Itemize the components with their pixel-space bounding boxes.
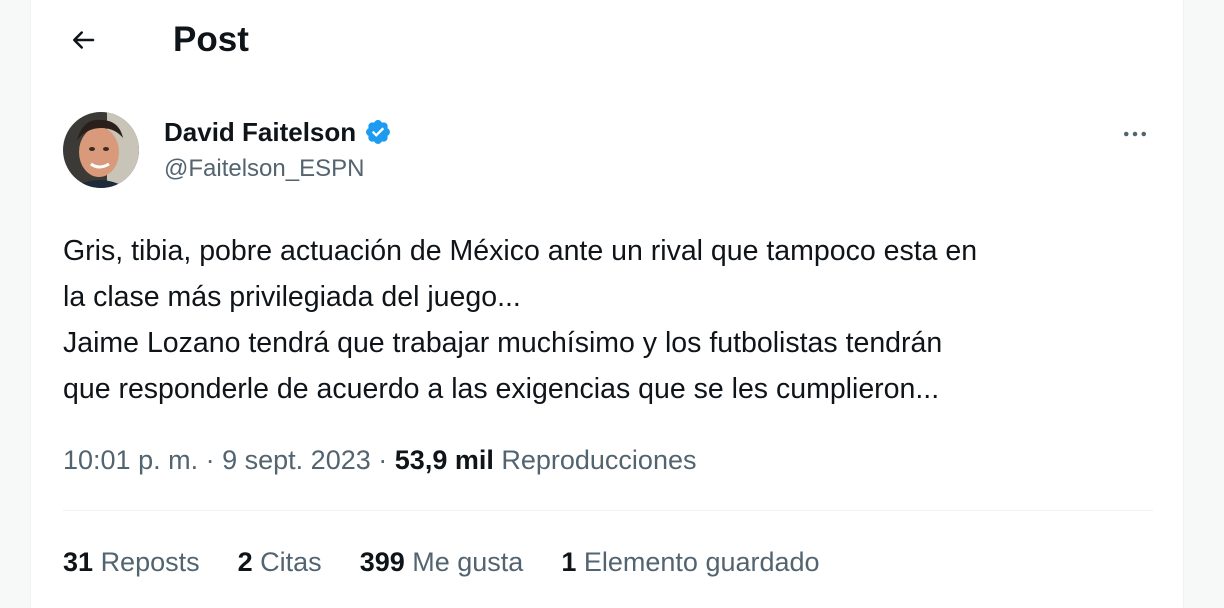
bookmarks-label: Elemento guardado — [583, 547, 820, 577]
post-time[interactable]: 10:01 p. m. — [63, 445, 198, 475]
post-text: Gris, tibia, pobre actuación de México a… — [63, 228, 1163, 412]
more-options-button[interactable] — [1115, 116, 1155, 152]
avatar-photo — [63, 112, 139, 188]
views-label: Reproducciones — [501, 445, 697, 475]
bookmarks-count: 1 — [561, 547, 577, 577]
bookmarks-stat[interactable]: 1 Elemento guardado — [561, 542, 819, 582]
post-text-line: Gris, tibia, pobre actuación de México a… — [63, 235, 978, 267]
separator: · — [378, 445, 388, 475]
arrow-left-icon — [73, 31, 95, 49]
verified-badge-icon — [366, 120, 391, 144]
back-button[interactable] — [59, 16, 107, 64]
post-page: Post David Faitelson @Faitelson_ESPN Gri… — [30, 0, 1184, 608]
more-horizontal-icon — [1124, 131, 1146, 137]
reposts-stat[interactable]: 31 Reposts — [63, 542, 200, 582]
display-name[interactable]: David Faitelson — [164, 114, 356, 150]
views-count: 53,9 mil — [394, 445, 494, 475]
divider — [63, 510, 1153, 511]
engagement-stats: 31 Reposts 2 Citas 399 Me gusta 1 Elemen… — [63, 542, 820, 582]
post-date[interactable]: 9 sept. 2023 — [222, 445, 371, 475]
likes-stat[interactable]: 399 Me gusta — [360, 542, 524, 582]
quotes-label: Citas — [260, 547, 322, 577]
post-metadata: 10:01 p. m. · 9 sept. 2023 · 53,9 mil Re… — [63, 440, 696, 480]
display-name-row: David Faitelson — [164, 114, 392, 150]
post-text-line: la clase más privilegiada del juego... — [63, 281, 521, 313]
quotes-count: 2 — [237, 547, 253, 577]
avatar[interactable] — [63, 112, 139, 188]
likes-count: 399 — [359, 547, 405, 577]
post-text-line: que responderle de acuerdo a las exigenc… — [63, 373, 940, 405]
separator: · — [205, 445, 215, 475]
author-names: David Faitelson @Faitelson_ESPN — [164, 114, 392, 186]
post-author: David Faitelson @Faitelson_ESPN — [63, 112, 1163, 192]
page-title: Post — [173, 20, 249, 59]
likes-label: Me gusta — [412, 547, 524, 577]
page-header: Post — [31, 0, 1183, 82]
quotes-stat[interactable]: 2 Citas — [238, 542, 322, 582]
post-text-line: Jaime Lozano tendrá que trabajar muchísi… — [63, 327, 943, 359]
reposts-label: Reposts — [100, 547, 200, 577]
reposts-count: 31 — [63, 547, 94, 577]
author-handle[interactable]: @Faitelson_ESPN — [164, 152, 392, 186]
